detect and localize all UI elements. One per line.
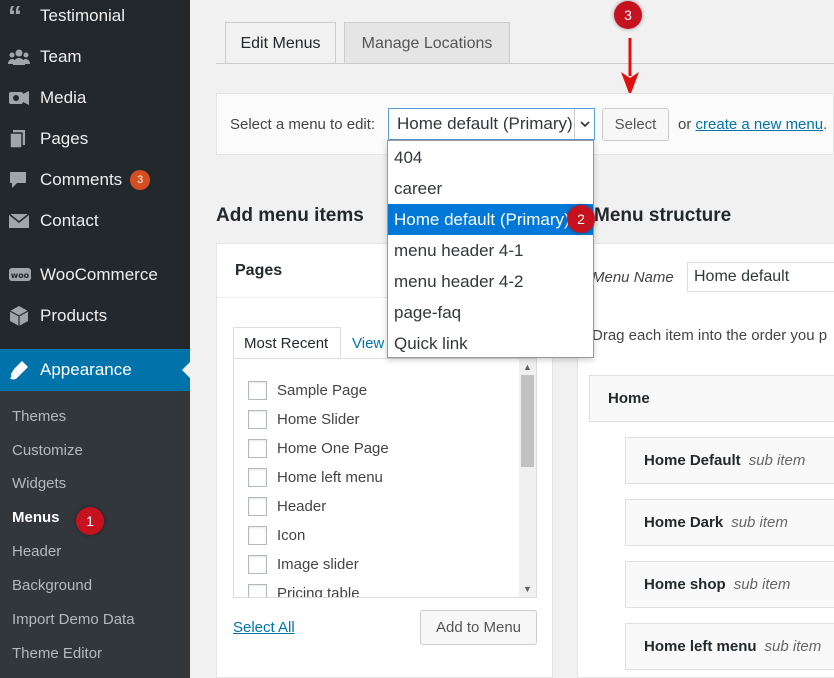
- tab-most-recent[interactable]: Most Recent: [233, 327, 341, 359]
- sidebar-item-label: Pages: [40, 128, 89, 148]
- checkbox[interactable]: [248, 467, 267, 487]
- woocommerce-icon: woo: [0, 267, 40, 283]
- tab-divider: [216, 63, 834, 64]
- checkbox[interactable]: [248, 438, 267, 458]
- menu-dropdown-list: 404 career Home default (Primary) menu h…: [387, 140, 594, 358]
- scroll-down-icon[interactable]: ▼: [519, 581, 536, 597]
- submenu-widgets[interactable]: Widgets: [12, 475, 66, 492]
- admin-sidebar: “ Testimonial Team Media Pages Comments …: [0, 0, 190, 678]
- list-item[interactable]: Home Slider: [248, 408, 360, 430]
- tab-edit-menus[interactable]: Edit Menus: [225, 22, 336, 64]
- submenu-themes[interactable]: Themes: [12, 408, 66, 425]
- drag-instructions: Drag each item into the order you p: [592, 327, 828, 344]
- select-button[interactable]: Select: [602, 108, 669, 141]
- sidebar-item-testimonial[interactable]: “ Testimonial: [0, 0, 190, 36]
- dropdown-option[interactable]: 404: [388, 142, 593, 173]
- sidebar-item-label: Appearance: [40, 360, 132, 379]
- envelope-icon: [0, 212, 40, 229]
- dropdown-option-selected[interactable]: Home default (Primary): [388, 204, 593, 235]
- list-item[interactable]: Home left menu: [248, 466, 383, 488]
- create-menu-text: or create a new menu.: [678, 116, 828, 133]
- add-menu-items-heading: Add menu items: [216, 205, 364, 226]
- checkbox[interactable]: [248, 525, 267, 545]
- media-icon: [0, 88, 40, 108]
- select-all-link[interactable]: Select All: [233, 619, 295, 636]
- menu-select-value: Home default (Primary): [397, 114, 573, 133]
- submenu-menus[interactable]: Menus: [12, 509, 60, 526]
- menu-item-home-left-menu[interactable]: Home left menu sub item: [625, 623, 834, 670]
- submenu-theme-editor[interactable]: Theme Editor: [12, 645, 102, 662]
- list-item[interactable]: Icon: [248, 524, 305, 546]
- sidebar-item-label: Team: [40, 46, 82, 66]
- select-menu-label: Select a menu to edit:: [230, 116, 376, 133]
- chevron-down-icon: [574, 109, 594, 139]
- menu-item-home-shop[interactable]: Home shop sub item: [625, 561, 834, 608]
- list-item[interactable]: Home One Page: [248, 437, 389, 459]
- checkbox[interactable]: [248, 496, 267, 516]
- list-item[interactable]: Sample Page: [248, 379, 367, 401]
- sidebar-item-label: Contact: [40, 210, 99, 230]
- sidebar-item-products[interactable]: Products: [0, 295, 190, 336]
- list-item[interactable]: Header: [248, 495, 326, 517]
- submenu-background[interactable]: Background: [12, 577, 92, 594]
- submenu-import-demo-data[interactable]: Import Demo Data: [12, 611, 135, 628]
- menu-name-label: Menu Name: [592, 269, 674, 286]
- checkbox[interactable]: [248, 409, 267, 429]
- menu-item-home-default[interactable]: Home Default sub item: [625, 437, 834, 484]
- list-item[interactable]: Image slider: [248, 553, 359, 575]
- sidebar-item-contact[interactable]: Contact: [0, 200, 190, 241]
- sidebar-item-label: WooCommerce: [40, 264, 158, 284]
- tab-view-all[interactable]: View: [352, 327, 384, 359]
- checkbox[interactable]: [248, 554, 267, 574]
- sidebar-item-label: Testimonial: [40, 5, 126, 25]
- sidebar-item-woocommerce[interactable]: woo WooCommerce: [0, 254, 190, 295]
- pages-checklist: Sample Page Home Slider Home One Page Ho…: [233, 358, 537, 598]
- scroll-up-icon[interactable]: ▲: [519, 359, 536, 375]
- team-icon: [0, 48, 40, 66]
- dropdown-option[interactable]: menu header 4-1: [388, 235, 593, 266]
- submenu-header[interactable]: Header: [12, 543, 61, 560]
- dropdown-option[interactable]: career: [388, 173, 593, 204]
- annotation-marker-2: 2: [567, 205, 595, 233]
- svg-text:woo: woo: [11, 271, 30, 280]
- comment-icon: [0, 170, 40, 190]
- pages-icon: [0, 129, 40, 149]
- dropdown-option[interactable]: Quick link: [388, 328, 593, 359]
- sidebar-item-label: Products: [40, 305, 108, 325]
- sidebar-item-team[interactable]: Team: [0, 36, 190, 77]
- annotation-marker-3: 3: [614, 1, 642, 29]
- appearance-submenu: Themes Customize Widgets Menus Header Ba…: [0, 391, 190, 678]
- menu-select-dropdown[interactable]: Home default (Primary): [388, 108, 595, 140]
- box-icon: [0, 305, 40, 327]
- checkbox[interactable]: [248, 380, 267, 400]
- submenu-customize[interactable]: Customize: [12, 442, 83, 459]
- tab-manage-locations[interactable]: Manage Locations: [344, 22, 510, 64]
- sidebar-item-media[interactable]: Media: [0, 77, 190, 118]
- sidebar-item-appearance[interactable]: Appearance: [0, 349, 190, 391]
- sidebar-item-pages[interactable]: Pages: [0, 118, 190, 159]
- sidebar-item-comments[interactable]: Comments 3: [0, 159, 190, 200]
- checkbox[interactable]: [248, 583, 267, 597]
- scrollbar[interactable]: ▲ ▼: [519, 359, 536, 597]
- sidebar-item-label: Media: [40, 87, 87, 107]
- comment-count-badge: 3: [130, 169, 151, 190]
- menu-name-input[interactable]: Home default: [687, 262, 834, 292]
- quote-icon: “: [8, 0, 22, 31]
- annotation-marker-1: 1: [76, 507, 104, 535]
- menu-structure-heading: Menu structure: [594, 205, 732, 226]
- menu-item-home[interactable]: Home: [589, 375, 834, 422]
- create-new-menu-link[interactable]: create a new menu: [696, 116, 824, 133]
- paintbrush-icon: [0, 359, 40, 381]
- scroll-thumb[interactable]: [521, 375, 534, 467]
- sidebar-item-label: Comments: [40, 169, 123, 189]
- list-item[interactable]: Pricing table: [248, 582, 360, 597]
- current-indicator-arrow: [182, 362, 190, 378]
- dropdown-option[interactable]: menu header 4-2: [388, 266, 593, 297]
- pages-panel-title: Pages: [235, 262, 283, 279]
- add-to-menu-button[interactable]: Add to Menu: [420, 610, 537, 645]
- annotation-arrow: [621, 38, 639, 96]
- menu-item-home-dark[interactable]: Home Dark sub item: [625, 499, 834, 546]
- dropdown-option[interactable]: page-faq: [388, 297, 593, 328]
